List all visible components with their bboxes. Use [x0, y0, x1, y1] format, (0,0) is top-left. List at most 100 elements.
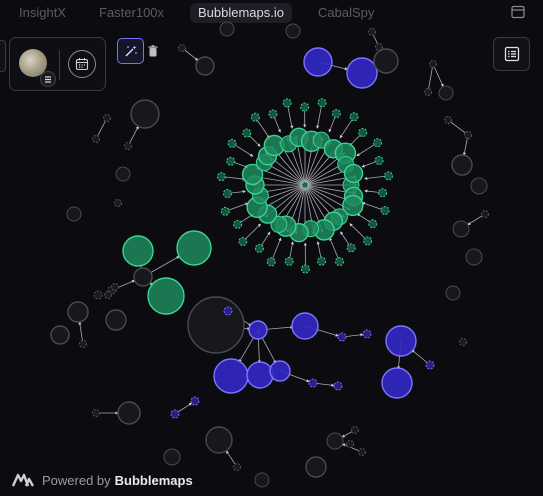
wallet-bubble[interactable] [79, 340, 87, 348]
wallet-bubble[interactable] [105, 309, 127, 331]
wallet-bubble[interactable] [176, 230, 212, 266]
wallet-bubble[interactable] [92, 135, 100, 143]
calendar-button[interactable] [68, 50, 96, 78]
wallet-bubble[interactable] [282, 98, 292, 108]
trash-button[interactable] [145, 41, 161, 61]
wallet-bubble[interactable] [373, 138, 383, 148]
wallet-bubble[interactable] [250, 112, 260, 122]
wallet-bubble[interactable] [93, 290, 103, 300]
wallet-bubble[interactable] [308, 378, 318, 388]
wallet-bubble[interactable] [373, 48, 399, 74]
wallet-bubble[interactable] [133, 267, 153, 287]
wallet-bubble[interactable] [269, 360, 291, 382]
wallet-bubble[interactable] [242, 128, 252, 138]
wallet-bubble[interactable] [358, 128, 368, 138]
wallet-bubble[interactable] [368, 28, 376, 36]
wallet-bubble[interactable] [226, 156, 236, 166]
wallet-bubble[interactable] [429, 60, 437, 68]
side-panel-toggle[interactable] [0, 40, 6, 72]
wallet-bubble[interactable] [216, 172, 226, 182]
wallet-bubble[interactable] [254, 472, 270, 488]
wallet-bubble[interactable] [268, 109, 278, 119]
wallet-bubble[interactable] [465, 248, 483, 266]
wallet-bubble[interactable] [381, 367, 413, 399]
wallet-bubble[interactable] [378, 188, 388, 198]
wallet-bubble[interactable] [301, 181, 309, 189]
wallet-bubble[interactable] [122, 235, 154, 267]
wallet-bubble[interactable] [147, 277, 185, 315]
wallet-bubble[interactable] [380, 206, 390, 216]
wallet-bubble[interactable] [291, 312, 319, 340]
wallet-bubble[interactable] [233, 463, 241, 471]
wallet-bubble[interactable] [333, 381, 343, 391]
wallet-bubble[interactable] [445, 285, 461, 301]
wallet-bubble[interactable] [317, 256, 327, 266]
powered-by-footer[interactable]: Powered by Bubblemaps [12, 471, 193, 489]
wallet-bubble[interactable] [124, 142, 132, 150]
wallet-bubble[interactable] [187, 296, 245, 354]
wallet-bubble[interactable] [451, 154, 473, 176]
wallet-bubble[interactable] [266, 257, 276, 267]
wallet-bubble[interactable] [219, 21, 235, 37]
wallet-bubble[interactable] [246, 361, 274, 389]
wallet-bubble[interactable] [351, 426, 359, 434]
wallet-bubble[interactable] [284, 256, 294, 266]
wallet-bubble[interactable] [300, 102, 310, 112]
wallet-bubble[interactable] [375, 43, 383, 51]
wallet-bubble[interactable] [305, 456, 327, 478]
wallet-bubble[interactable] [303, 47, 333, 77]
wallet-bubble[interactable] [92, 409, 100, 417]
wallet-bubble[interactable] [335, 257, 345, 267]
magic-wand-button[interactable] [117, 38, 144, 64]
wallet-bubble[interactable] [317, 98, 327, 108]
wallet-bubble[interactable] [170, 409, 180, 419]
wallet-bubble[interactable] [374, 156, 384, 166]
wallet-bubble[interactable] [470, 177, 488, 195]
wallet-list-button[interactable] [493, 37, 530, 71]
wallet-bubble[interactable] [254, 243, 264, 253]
wallet-bubble[interactable] [248, 320, 268, 340]
wallet-bubble[interactable] [227, 138, 237, 148]
wallet-bubble[interactable] [362, 329, 372, 339]
wallet-bubble[interactable] [337, 332, 347, 342]
wallet-bubble[interactable] [424, 88, 432, 96]
wallet-bubble[interactable] [343, 163, 364, 184]
wallet-bubble[interactable] [220, 206, 230, 216]
wallet-bubble[interactable] [103, 114, 111, 122]
wallet-bubble[interactable] [190, 396, 200, 406]
wallet-bubble[interactable] [459, 338, 467, 346]
wallet-bubble[interactable] [67, 301, 89, 323]
wallet-bubble[interactable] [115, 166, 131, 182]
wallet-bubble[interactable] [205, 426, 233, 454]
wallet-bubble[interactable] [163, 448, 181, 466]
wallet-bubble[interactable] [464, 131, 472, 139]
wallet-bubble[interactable] [383, 171, 393, 181]
wallet-bubble[interactable] [452, 220, 470, 238]
wallet-bubble[interactable] [331, 109, 341, 119]
wallet-bubble[interactable] [238, 237, 248, 247]
wallet-bubble[interactable] [233, 219, 243, 229]
wallet-bubble[interactable] [114, 199, 122, 207]
wallet-bubble[interactable] [438, 85, 454, 101]
wallet-bubble[interactable] [178, 44, 186, 52]
wallet-bubble[interactable] [104, 291, 112, 299]
wallet-bubble[interactable] [346, 440, 354, 448]
wallet-bubble[interactable] [66, 206, 82, 222]
wallet-bubble[interactable] [425, 360, 435, 370]
wallet-bubble[interactable] [285, 23, 301, 39]
wallet-bubble[interactable] [117, 401, 141, 425]
wallet-bubble[interactable] [222, 189, 232, 199]
wallet-bubble[interactable] [444, 116, 452, 124]
wallet-bubble[interactable] [346, 243, 356, 253]
wallet-bubble[interactable] [385, 325, 417, 357]
wallet-bubble[interactable] [195, 56, 215, 76]
wallet-bubble[interactable] [326, 432, 344, 450]
wallet-bubble[interactable] [130, 99, 160, 129]
wallet-bubble[interactable] [50, 325, 70, 345]
wallet-bubble[interactable] [481, 210, 489, 218]
wallet-bubble[interactable] [368, 219, 378, 229]
wallet-bubble[interactable] [358, 448, 366, 456]
wallet-bubble[interactable] [111, 283, 119, 291]
wallet-bubble[interactable] [223, 306, 233, 316]
wallet-bubble[interactable] [349, 112, 359, 122]
